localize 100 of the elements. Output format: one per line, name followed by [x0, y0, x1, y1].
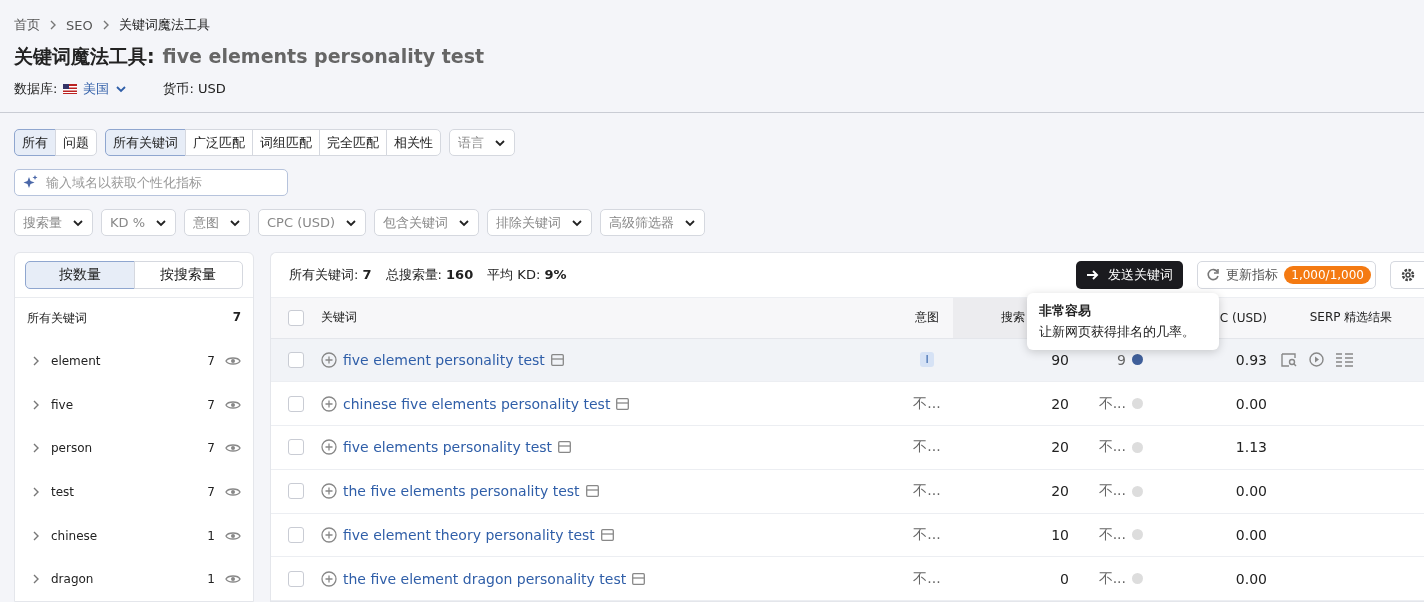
- search-icon[interactable]: [1281, 352, 1297, 367]
- match-tab[interactable]: 相关性: [386, 129, 441, 156]
- group-tab[interactable]: 按数量: [25, 261, 135, 289]
- expand-icon[interactable]: [31, 355, 41, 366]
- keyword-link[interactable]: five elements personality test: [343, 439, 553, 456]
- group-tab[interactable]: 按搜索量: [133, 261, 243, 289]
- filter-dropdown[interactable]: 高级筛选器: [600, 209, 706, 236]
- add-icon[interactable]: [321, 483, 337, 500]
- row-checkbox[interactable]: [288, 395, 304, 412]
- volume-cell: 10: [1051, 526, 1069, 543]
- currency-text: 货币: USD: [163, 80, 226, 98]
- filter-dropdown[interactable]: 搜索量: [14, 209, 93, 236]
- row-checkbox[interactable]: [288, 526, 304, 543]
- serp-preview-icon[interactable]: [600, 528, 614, 541]
- send-keywords-button[interactable]: 发送关键词: [1076, 260, 1184, 289]
- group-label: 所有关键词: [27, 310, 87, 327]
- group-count: 1: [207, 528, 215, 543]
- filter-dropdown[interactable]: KD %: [101, 209, 177, 236]
- update-metrics-button[interactable]: 更新指标 1,000/1,000: [1197, 260, 1376, 289]
- flag-icon: [63, 84, 78, 94]
- domain-input-field[interactable]: 输入域名以获取个性化指标: [14, 169, 288, 196]
- keyword-link[interactable]: the five elements personality test: [343, 483, 580, 500]
- row-checkbox[interactable]: [288, 439, 304, 456]
- cpc-cell: 0.00: [1235, 526, 1267, 543]
- filter-dropdown[interactable]: 排除关键词: [487, 209, 593, 236]
- group-name[interactable]: person: [51, 441, 198, 456]
- add-icon[interactable]: [321, 439, 337, 456]
- match-tab[interactable]: 广泛匹配: [185, 129, 253, 156]
- group-name[interactable]: element: [51, 353, 198, 368]
- type-tab[interactable]: 问题: [55, 129, 97, 156]
- column-header[interactable]: 关键词: [321, 309, 357, 327]
- expand-icon[interactable]: [31, 399, 41, 410]
- keyword-link[interactable]: five element personality test: [343, 351, 545, 368]
- row-checkbox[interactable]: [288, 351, 304, 368]
- chevron-icon: [48, 20, 58, 30]
- match-tab[interactable]: 完全匹配: [319, 129, 387, 156]
- kd-cell: 不...: [1098, 394, 1126, 413]
- page-title: 关键词魔法工具:: [14, 44, 155, 69]
- filter-dropdown[interactable]: CPC (USD): [258, 209, 367, 236]
- language-dropdown[interactable]: 语言: [449, 129, 515, 156]
- row-checkbox[interactable]: [288, 570, 304, 587]
- match-tab[interactable]: 所有关键词: [105, 129, 186, 156]
- volume-cell: 90: [1051, 351, 1069, 368]
- list-icon[interactable]: [1336, 352, 1353, 367]
- keyword-link[interactable]: five element theory personality test: [343, 526, 595, 543]
- kd-cell: 不...: [1098, 525, 1126, 544]
- expand-icon[interactable]: [31, 574, 41, 585]
- eye-icon[interactable]: [225, 573, 241, 586]
- volume-cell: 20: [1051, 483, 1069, 500]
- group-count: 7: [207, 397, 215, 412]
- eye-icon[interactable]: [225, 442, 241, 455]
- country-link[interactable]: 美国: [83, 80, 110, 98]
- column-header[interactable]: SERP 精选结果: [1309, 309, 1393, 327]
- group-count: 7: [207, 441, 215, 456]
- database-label: 数据库:: [14, 80, 58, 98]
- keyword-link[interactable]: chinese five elements personality test: [343, 395, 611, 412]
- eye-icon[interactable]: [225, 354, 241, 367]
- settings-button[interactable]: [1390, 260, 1424, 289]
- expand-icon[interactable]: [31, 486, 41, 497]
- serp-preview-icon[interactable]: [632, 572, 646, 585]
- group-count: 7: [207, 353, 215, 368]
- eye-icon[interactable]: [225, 398, 241, 411]
- serp-preview-icon[interactable]: [558, 441, 572, 454]
- keyword-link[interactable]: the five element dragon personality test: [343, 570, 627, 587]
- group-name[interactable]: chinese: [51, 528, 198, 543]
- row-checkbox[interactable]: [288, 483, 304, 500]
- column-header[interactable]: C (USD): [1219, 310, 1267, 325]
- breadcrumb-link[interactable]: 首页: [14, 16, 40, 34]
- intent-text: 不...: [913, 394, 941, 413]
- expand-icon[interactable]: [31, 530, 41, 541]
- match-tab[interactable]: 词组匹配: [252, 129, 320, 156]
- summary-stat: 总搜索量: 160: [385, 265, 474, 284]
- summary-stat: 所有关键词: 7: [289, 265, 372, 284]
- add-icon[interactable]: [321, 351, 337, 368]
- breadcrumb-link[interactable]: SEO: [66, 17, 93, 33]
- serp-preview-icon[interactable]: [550, 353, 564, 366]
- intent-text: 不...: [913, 438, 941, 457]
- sparkle-icon: [23, 174, 39, 190]
- column-header[interactable]: 意图: [915, 309, 939, 327]
- serp-preview-icon[interactable]: [585, 485, 599, 498]
- add-icon[interactable]: [321, 526, 337, 543]
- add-icon[interactable]: [321, 570, 337, 587]
- expand-icon[interactable]: [31, 443, 41, 454]
- select-all-checkbox[interactable]: [288, 309, 304, 326]
- eye-icon[interactable]: [225, 529, 241, 542]
- query-text: five elements personality test: [162, 45, 485, 67]
- play-icon[interactable]: [1309, 352, 1324, 368]
- type-tab[interactable]: 所有: [14, 129, 56, 156]
- serp-preview-icon[interactable]: [616, 397, 630, 410]
- cpc-cell: 0.00: [1235, 570, 1267, 587]
- group-name[interactable]: test: [51, 484, 198, 499]
- eye-icon[interactable]: [225, 485, 241, 498]
- add-icon[interactable]: [321, 395, 337, 412]
- kd-cell: 不...: [1098, 438, 1126, 457]
- group-name[interactable]: five: [51, 397, 198, 412]
- filter-dropdown[interactable]: 意图: [184, 209, 251, 236]
- breadcrumb-link[interactable]: 关键词魔法工具: [118, 16, 210, 34]
- filter-dropdown[interactable]: 包含关键词: [374, 209, 480, 236]
- kd-cell: 不...: [1098, 569, 1126, 588]
- group-name[interactable]: dragon: [51, 572, 198, 587]
